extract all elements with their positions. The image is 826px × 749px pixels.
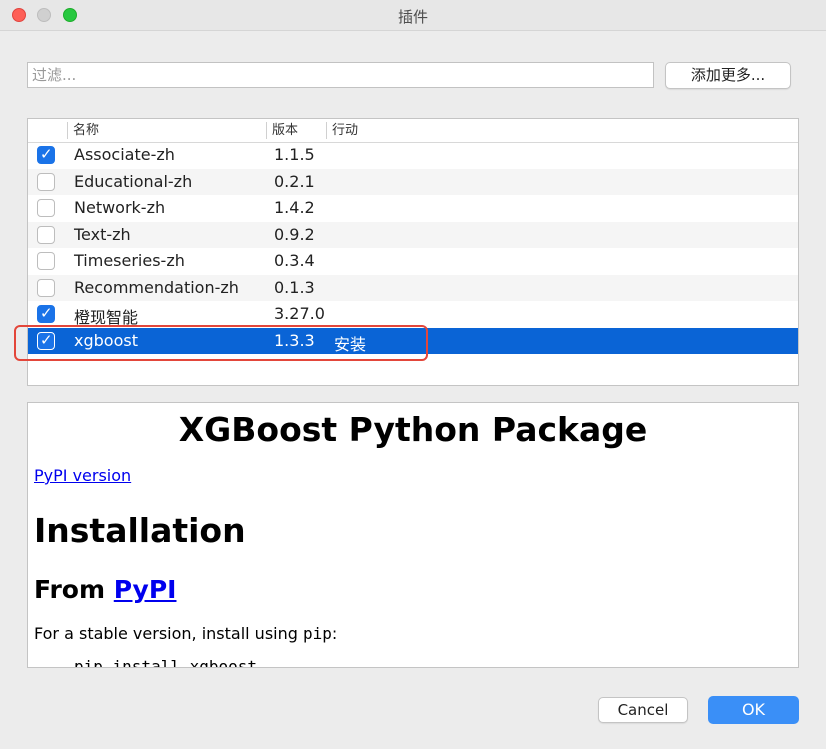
plugins-dialog: 插件 添加更多... 名称 版本 行动 Associate-zh 1.1.5 Edu… [0, 0, 826, 749]
plugin-name: Text-zh [74, 224, 131, 244]
plugin-checkbox[interactable] [37, 172, 55, 191]
table-row[interactable]: Network-zh 1.4.2 [28, 195, 798, 222]
plugin-name: Recommendation-zh [74, 277, 239, 297]
plugin-name: xgboost [74, 330, 138, 350]
pypi-link[interactable]: PyPI [114, 575, 177, 604]
column-header-name[interactable]: 名称 [67, 122, 99, 139]
from-pypi-heading: From PyPI [34, 575, 176, 604]
table-header: 名称 版本 行动 [28, 119, 798, 143]
table-row[interactable]: Timeseries-zh 0.3.4 [28, 248, 798, 275]
package-description-panel: XGBoost Python Package PyPI version Inst… [27, 402, 799, 668]
column-header-version[interactable]: 版本 [266, 122, 298, 139]
plugin-name: Timeseries-zh [74, 251, 185, 270]
instructions-colon: : [331, 624, 338, 643]
title-bar: 插件 [0, 0, 826, 31]
filter-input[interactable] [27, 62, 654, 88]
install-command-code: pip install xgboost [74, 657, 258, 668]
pypi-version-link[interactable]: PyPI version [34, 466, 131, 485]
table-row[interactable]: Educational-zh 0.2.1 [28, 168, 798, 195]
plugin-action: 安装 [334, 334, 367, 354]
install-instructions: For a stable version, install using pip: [34, 624, 337, 643]
plugin-version: 1.1.5 [274, 145, 315, 164]
table-row[interactable]: xgboost 1.3.3 安装 [28, 327, 798, 354]
plugin-name: 橙现智能 [74, 308, 139, 327]
plugin-version: 1.4.2 [274, 198, 315, 217]
plugin-checkbox[interactable] [37, 199, 55, 217]
column-header-action[interactable]: 行动 [326, 122, 358, 139]
plugin-checkbox[interactable] [37, 225, 55, 244]
plugin-name: Network-zh [74, 198, 166, 217]
plugin-version: 0.1.3 [274, 277, 315, 297]
package-title: XGBoost Python Package [178, 410, 648, 449]
ok-button[interactable]: OK [708, 696, 799, 724]
pip-code: pip [302, 624, 332, 643]
plugin-checkbox[interactable] [37, 331, 55, 350]
installation-heading: Installation [34, 511, 246, 550]
plugin-checkbox[interactable] [37, 145, 55, 164]
plugin-version: 0.9.2 [274, 224, 315, 244]
plugin-version: 0.3.4 [274, 251, 315, 270]
from-text: From [34, 575, 106, 604]
add-more-button[interactable]: 添加更多... [665, 62, 791, 89]
plugin-table: 名称 版本 行动 Associate-zh 1.1.5 Educational-zh… [27, 118, 799, 386]
cancel-button[interactable]: Cancel [598, 697, 688, 723]
table-row[interactable]: Recommendation-zh 0.1.3 [28, 274, 798, 301]
plugin-name: Educational-zh [74, 171, 193, 191]
plugin-checkbox[interactable] [37, 278, 55, 297]
plugin-checkbox[interactable] [37, 304, 55, 323]
window-title: 插件 [397, 8, 428, 26]
table-row[interactable]: 橙现智能 3.27.0 [28, 301, 798, 328]
table-row[interactable]: Text-zh 0.9.2 [28, 221, 798, 248]
table-row[interactable]: Associate-zh 1.1.5 [28, 142, 798, 169]
plugin-version: 1.3.3 [274, 330, 315, 350]
plugin-checkbox[interactable] [37, 252, 55, 270]
plugin-version: 0.2.1 [274, 171, 315, 191]
plugin-version: 3.27.0 [274, 304, 325, 323]
instructions-text: For a stable version, install using [34, 624, 298, 643]
plugin-name: Associate-zh [74, 145, 175, 164]
